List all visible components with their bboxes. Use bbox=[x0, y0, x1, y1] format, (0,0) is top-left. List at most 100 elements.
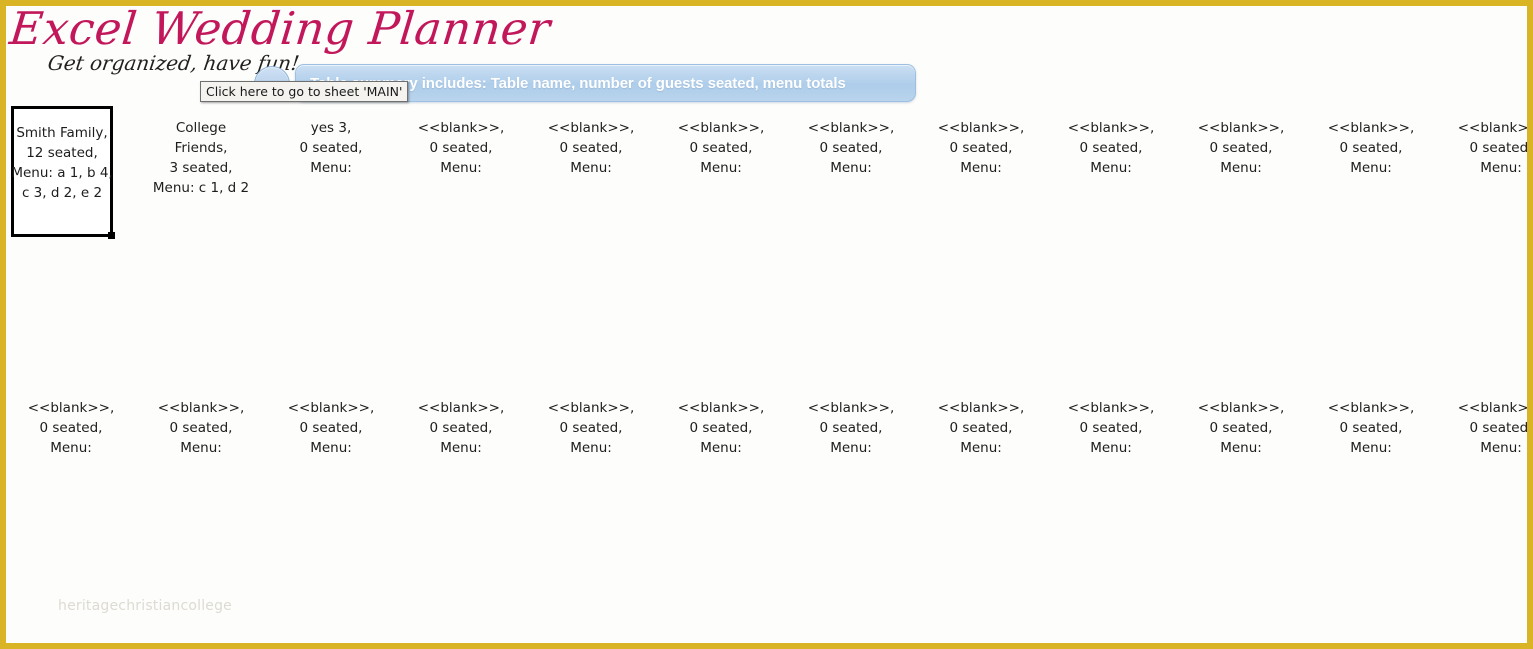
cell-line: Menu: bbox=[960, 440, 1002, 456]
cell-line: Menu: bbox=[1480, 160, 1522, 176]
cell-line: Menu: c 1, d 2 bbox=[152, 180, 250, 196]
table-summary-grid: Smith Family, 12 seated, Menu: a 1, b 4, c … bbox=[6, 106, 1527, 636]
cell-line: c 3, d 2, e 2 bbox=[21, 185, 103, 201]
table-cell[interactable]: <<blank>>, 0 seated, Menu: bbox=[661, 106, 781, 236]
cell-line: 0 seated, bbox=[949, 420, 1013, 436]
cell-line: <<blank>>, bbox=[1457, 120, 1529, 136]
cell-line: 0 seated, bbox=[1339, 420, 1403, 436]
table-row: Smith Family, 12 seated, Menu: a 1, b 4, c … bbox=[6, 106, 1527, 246]
cell-line: Menu: bbox=[180, 440, 222, 456]
cell-line: <<blank>>, bbox=[677, 120, 765, 136]
cell-line: <<blank>>, bbox=[287, 400, 375, 416]
cell-line: <<blank>>, bbox=[1197, 120, 1285, 136]
table-cell[interactable]: <<blank>>, 0 seated, Menu: bbox=[531, 106, 651, 236]
cell-line: Menu: bbox=[310, 160, 352, 176]
cell-line: 0 seated, bbox=[1079, 420, 1143, 436]
table-cell[interactable]: <<blank>>, 0 seated, Menu: bbox=[271, 386, 391, 516]
table-cell[interactable]: <<blank>>, 0 seated, Menu: bbox=[1051, 386, 1171, 516]
table-cell[interactable]: <<blank>>, 0 seated, Menu: bbox=[1441, 106, 1529, 236]
app-title: Excel Wedding Planner bbox=[7, 2, 554, 55]
cell-line: Menu: bbox=[830, 160, 872, 176]
cell-line: 0 seated, bbox=[1079, 140, 1143, 156]
cell-line: <<blank>>, bbox=[417, 120, 505, 136]
cell-line: 3 seated, bbox=[169, 160, 233, 176]
cell-line: <<blank>>, bbox=[547, 400, 635, 416]
cell-line: 12 seated, bbox=[26, 145, 98, 161]
table-cell[interactable]: <<blank>>, 0 seated, Menu: bbox=[401, 106, 521, 236]
table-cell[interactable]: yes 3, 0 seated, Menu: bbox=[271, 106, 391, 236]
cell-line: <<blank>>, bbox=[807, 400, 895, 416]
cell-line: 0 seated, bbox=[1209, 140, 1273, 156]
cell-line: <<blank>>, bbox=[937, 400, 1025, 416]
cell-line: 0 seated, bbox=[299, 140, 363, 156]
cell-line: 0 seated, bbox=[39, 420, 103, 436]
table-cell[interactable]: <<blank>>, 0 seated, Menu: bbox=[791, 386, 911, 516]
cell-line: Menu: bbox=[50, 440, 92, 456]
cell-line: Menu: bbox=[310, 440, 352, 456]
cell-line: <<blank>>, bbox=[1327, 400, 1415, 416]
cell-line: Menu: bbox=[440, 440, 482, 456]
cell-line: Menu: bbox=[570, 440, 612, 456]
cell-line: 0 seated, bbox=[689, 140, 753, 156]
table-cell[interactable]: <<blank>>, 0 seated, Menu: bbox=[791, 106, 911, 236]
cell-line: Smith Family, bbox=[16, 125, 108, 141]
cell-line: <<blank>>, bbox=[157, 400, 245, 416]
cell-line: 0 seated, bbox=[169, 420, 233, 436]
cell-line: Menu: bbox=[570, 160, 612, 176]
cell-line: 0 seated, bbox=[429, 140, 493, 156]
cell-line: 0 seated, bbox=[1469, 420, 1533, 436]
cell-line: Menu: a 1, b 4, bbox=[11, 165, 113, 181]
table-cell[interactable]: <<blank>>, 0 seated, Menu: bbox=[921, 106, 1041, 236]
table-cell[interactable]: <<blank>>, 0 seated, Menu: bbox=[1441, 386, 1533, 516]
table-cell[interactable]: <<blank>>, 0 seated, Menu: bbox=[1311, 106, 1431, 236]
table-cell[interactable]: <<blank>>, 0 seated, Menu: bbox=[401, 386, 521, 516]
cell-line: 0 seated, bbox=[559, 420, 623, 436]
cell-line: 0 seated, bbox=[1339, 140, 1403, 156]
cell-line: Menu: bbox=[1090, 160, 1132, 176]
cell-line: 0 seated, bbox=[429, 420, 493, 436]
cell-line: Menu: bbox=[700, 160, 742, 176]
fill-handle[interactable] bbox=[108, 232, 115, 239]
cell-line: <<blank>>, bbox=[547, 120, 635, 136]
cell-line: yes 3, bbox=[310, 120, 352, 136]
cell-line: <<blank>>, bbox=[807, 120, 895, 136]
table-cell[interactable]: <<blank>>, 0 seated, Menu: bbox=[11, 386, 131, 516]
cell-line: 0 seated, bbox=[819, 420, 883, 436]
table-cell[interactable]: College Friends, 3 seated, Menu: c 1, d 2 bbox=[141, 106, 261, 236]
cell-line: College bbox=[175, 120, 227, 136]
cell-line: <<blank>>, bbox=[417, 400, 505, 416]
cell-line: 0 seated, bbox=[1209, 420, 1273, 436]
cell-line: Menu: bbox=[440, 160, 482, 176]
table-cell[interactable]: <<blank>>, 0 seated, Menu: bbox=[1181, 386, 1301, 516]
table-cell[interactable]: <<blank>>, 0 seated, Menu: bbox=[531, 386, 651, 516]
nav-button-tooltip: Click here to go to sheet 'MAIN' bbox=[200, 81, 409, 102]
cell-line: Menu: bbox=[960, 160, 1002, 176]
cell-line: 0 seated, bbox=[689, 420, 753, 436]
table-cell[interactable]: <<blank>>, 0 seated, Menu: bbox=[1051, 106, 1171, 236]
cell-line: <<blank>>, bbox=[1197, 400, 1285, 416]
cell-line: Friends, bbox=[174, 140, 228, 156]
cell-line: Menu: bbox=[830, 440, 872, 456]
cell-line: Menu: bbox=[1220, 440, 1262, 456]
cell-line: <<blank>>, bbox=[677, 400, 765, 416]
cell-line: <<blank>>, bbox=[1457, 400, 1529, 416]
cell-line: 0 seated, bbox=[299, 420, 363, 436]
cell-line: Menu: bbox=[1090, 440, 1132, 456]
cell-line: Menu: bbox=[1220, 160, 1262, 176]
cell-line: Menu: bbox=[1480, 440, 1522, 456]
cell-line: 0 seated, bbox=[949, 140, 1013, 156]
table-cell[interactable]: <<blank>>, 0 seated, Menu: bbox=[141, 386, 261, 516]
table-row: <<blank>>, 0 seated, Menu: <<blank>>, 0 seat… bbox=[6, 386, 1527, 526]
cell-line: 0 seated, bbox=[819, 140, 883, 156]
wedding-planner-sheet: Excel Wedding Planner Get organized, hav… bbox=[0, 0, 1533, 649]
table-cell[interactable]: <<blank>>, 0 seated, Menu: bbox=[1311, 386, 1431, 516]
cell-line: Menu: bbox=[700, 440, 742, 456]
selected-cell[interactable]: Smith Family, 12 seated, Menu: a 1, b 4, c … bbox=[11, 106, 115, 239]
table-cell[interactable]: <<blank>>, 0 seated, Menu: bbox=[661, 386, 781, 516]
table-cell[interactable]: <<blank>>, 0 seated, Menu: bbox=[1181, 106, 1301, 236]
cell-line: 0 seated, bbox=[559, 140, 623, 156]
table-cell[interactable]: <<blank>>, 0 seated, Menu: bbox=[921, 386, 1041, 516]
cell-line: <<blank>>, bbox=[1067, 120, 1155, 136]
nav-button-tooltip-text: Click here to go to sheet 'MAIN' bbox=[206, 84, 403, 99]
cell-line: Menu: bbox=[1350, 440, 1392, 456]
